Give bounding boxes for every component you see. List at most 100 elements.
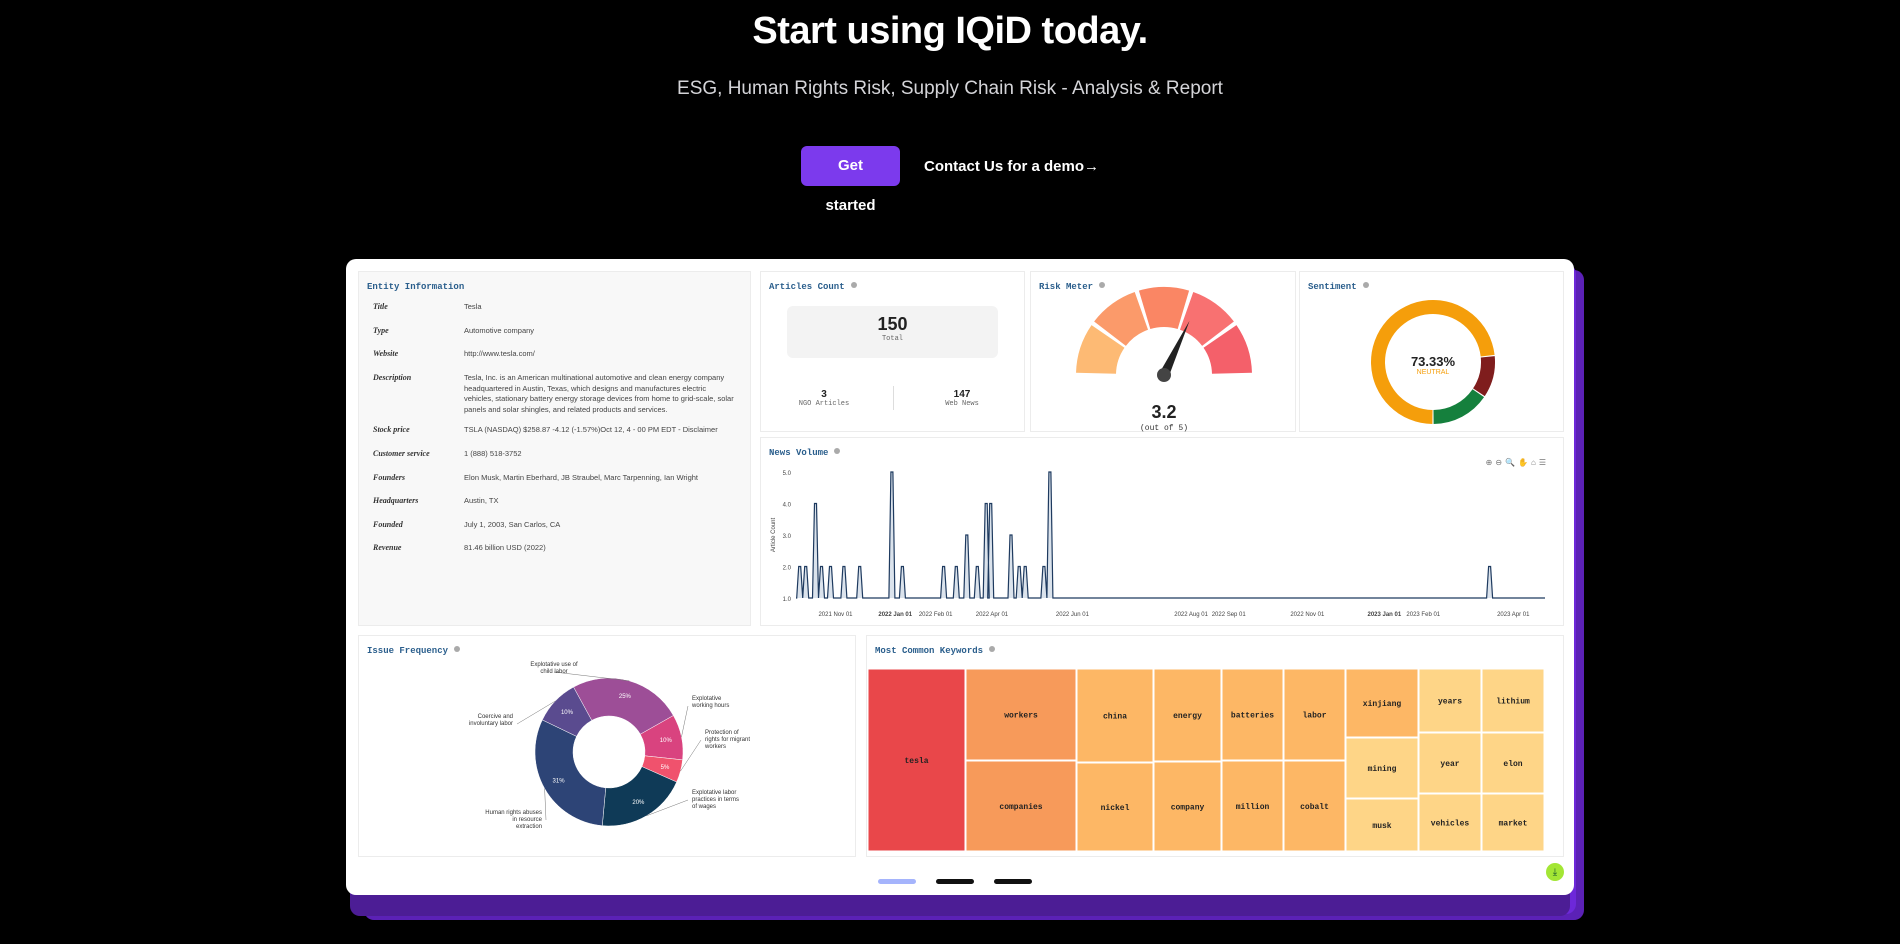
x-tick-label: 2022 Apr 01 xyxy=(976,612,1009,618)
treemap-label: musk xyxy=(1372,822,1391,831)
treemap-label: million xyxy=(1236,803,1270,812)
y-axis-label: Article Count xyxy=(771,517,777,552)
entity-value: Tesla, Inc. is an American multinational… xyxy=(464,373,734,414)
page-subtitle: ESG, Human Rights Risk, Supply Chain Ris… xyxy=(677,78,1223,99)
pager-dot-3[interactable] xyxy=(994,879,1032,884)
contact-demo-link[interactable]: Contact Us for a demo→ xyxy=(924,158,1099,175)
entity-row: Stock price TSLA (NASDAQ) $258.87 -4.12 (… xyxy=(373,425,734,436)
divider xyxy=(893,386,894,410)
entity-row: Type Automotive company xyxy=(373,326,734,337)
treemap-label: company xyxy=(1171,804,1205,813)
x-tick-label: 2022 Feb 01 xyxy=(919,612,953,618)
page-title: Start using IQiD today. xyxy=(752,10,1148,52)
ngo-stat: 3 NGO Articles xyxy=(769,389,879,408)
download-icon[interactable]: ⤓ xyxy=(1546,863,1564,881)
entity-row: Founded July 1, 2003, San Carlos, CA xyxy=(373,520,734,531)
callout-text: Explotative use of xyxy=(530,662,578,668)
treemap-label: years xyxy=(1438,698,1462,707)
sentiment-slice xyxy=(1433,389,1485,424)
issue-frequency-panel: Issue Frequency 25% Explotative use of chi… xyxy=(358,635,856,857)
y-tick-label: 3.0 xyxy=(783,534,792,540)
entity-row: Title Tesla xyxy=(373,302,734,313)
callout-text: rights for migrant xyxy=(705,737,750,743)
entity-value[interactable]: http://www.tesla.com/ xyxy=(464,349,734,360)
entity-row: Description Tesla, Inc. is an American mu… xyxy=(373,373,734,415)
callout-text: workers xyxy=(704,744,726,750)
x-tick-label: 2022 Jun 01 xyxy=(1056,612,1090,618)
entity-row: Revenue 81.46 billion USD (2022) xyxy=(373,543,734,554)
ngo-label: NGO Articles xyxy=(798,400,850,408)
sentiment-panel: Sentiment 73.33% NEUTRAL xyxy=(1299,271,1564,432)
treemap-label: elon xyxy=(1503,760,1522,769)
entity-key: Description xyxy=(373,373,412,382)
entity-value: Austin, TX xyxy=(464,496,499,505)
slice-label: 25% xyxy=(619,694,632,700)
total-label: Total xyxy=(881,335,903,343)
treemap-label: batteries xyxy=(1231,712,1274,721)
slice-label: 10% xyxy=(660,738,673,744)
entity-key: Title xyxy=(373,302,388,311)
x-tick-label: 2022 Nov 01 xyxy=(1290,612,1325,618)
entity-key: Founders xyxy=(373,473,406,482)
callout-text: child labor xyxy=(540,669,567,675)
panel-title: Articles Count xyxy=(769,282,857,292)
web-stat: 147 Web News xyxy=(907,389,1017,408)
gauge-hub xyxy=(1157,368,1171,382)
entity-value: TSLA (NASDAQ) $258.87 -4.12 (-1.57%)Oct … xyxy=(464,425,718,434)
treemap-label: tesla xyxy=(904,757,928,766)
entity-row: Customer service 1 (888) 518-3752 xyxy=(373,449,734,460)
get-started-button[interactable]: Get started xyxy=(800,146,900,214)
entity-value: Tesla xyxy=(464,302,482,311)
treemap-label: market xyxy=(1499,820,1528,829)
treemap-label: xinjiang xyxy=(1363,700,1402,709)
sentiment-percent: 73.33% xyxy=(1410,354,1456,369)
entity-value: July 1, 2003, San Carlos, CA xyxy=(464,520,561,529)
dashboard-preview: Entity Information Title Tesla Type Automot… xyxy=(346,259,1574,895)
treemap-label: mining xyxy=(1368,765,1397,774)
callout-text: in resource xyxy=(512,817,542,823)
pager-dot-1[interactable] xyxy=(878,879,916,884)
entity-value: Automotive company xyxy=(464,326,535,335)
callout-text: Human rights abuses xyxy=(485,810,542,816)
keywords-treemap: tesla workers companies china nickel energy co… xyxy=(867,668,1545,852)
callout-text: Explotative labor xyxy=(692,790,736,796)
x-tick-label: 2022 Sep 01 xyxy=(1212,612,1247,618)
leader-line xyxy=(544,788,547,821)
entity-key: Founded xyxy=(373,520,403,529)
treemap-label: workers xyxy=(1004,712,1038,721)
x-tick-label: 2023 Jan 01 xyxy=(1367,612,1401,618)
risk-scale: (out of 5) xyxy=(1139,424,1188,433)
entity-panel: Entity Information Title Tesla Type Automot… xyxy=(358,271,751,626)
x-tick-label: 2022 Aug 01 xyxy=(1174,612,1208,618)
x-tick-label: 2022 Jan 01 xyxy=(878,612,912,618)
callout-text: practices in terms xyxy=(692,797,739,803)
slice-label: 31% xyxy=(553,779,566,785)
slice-label: 5% xyxy=(661,765,670,771)
sentiment-label: NEUTRAL xyxy=(1416,369,1450,376)
leader-line xyxy=(681,705,689,738)
articles-panel: Articles Count 150 Total 3 NGO Articles … xyxy=(760,271,1025,432)
entity-value: Elon Musk, Martin Eberhard, JB Straubel,… xyxy=(464,473,698,482)
treemap-label: year xyxy=(1440,760,1459,769)
risk-value: 3.2 xyxy=(1151,402,1177,422)
entity-key: Stock price xyxy=(373,425,410,434)
callout-text: working hours xyxy=(691,703,729,709)
info-icon[interactable] xyxy=(850,282,857,288)
entity-key: Type xyxy=(373,326,389,335)
treemap-label: nickel xyxy=(1101,804,1130,813)
treemap-label: companies xyxy=(999,803,1042,812)
web-label: Web News xyxy=(945,400,979,408)
web-count: 147 xyxy=(953,389,971,400)
entity-row: Website http://www.tesla.com/ xyxy=(373,349,734,360)
y-tick-label: 1.0 xyxy=(783,597,792,603)
entity-key: Revenue xyxy=(373,543,402,552)
pager-dot-2[interactable] xyxy=(936,879,974,884)
carousel-pager xyxy=(878,879,1032,884)
x-tick-label: 2021 Nov 01 xyxy=(818,612,853,618)
x-tick-label: 2023 Feb 01 xyxy=(1406,612,1440,618)
callout-text: Protection of xyxy=(705,730,739,736)
treemap-label: china xyxy=(1103,713,1127,722)
entity-value: 81.46 billion USD (2022) xyxy=(464,543,546,552)
slice-label: 10% xyxy=(561,710,574,716)
gauge-segment xyxy=(1138,287,1190,329)
